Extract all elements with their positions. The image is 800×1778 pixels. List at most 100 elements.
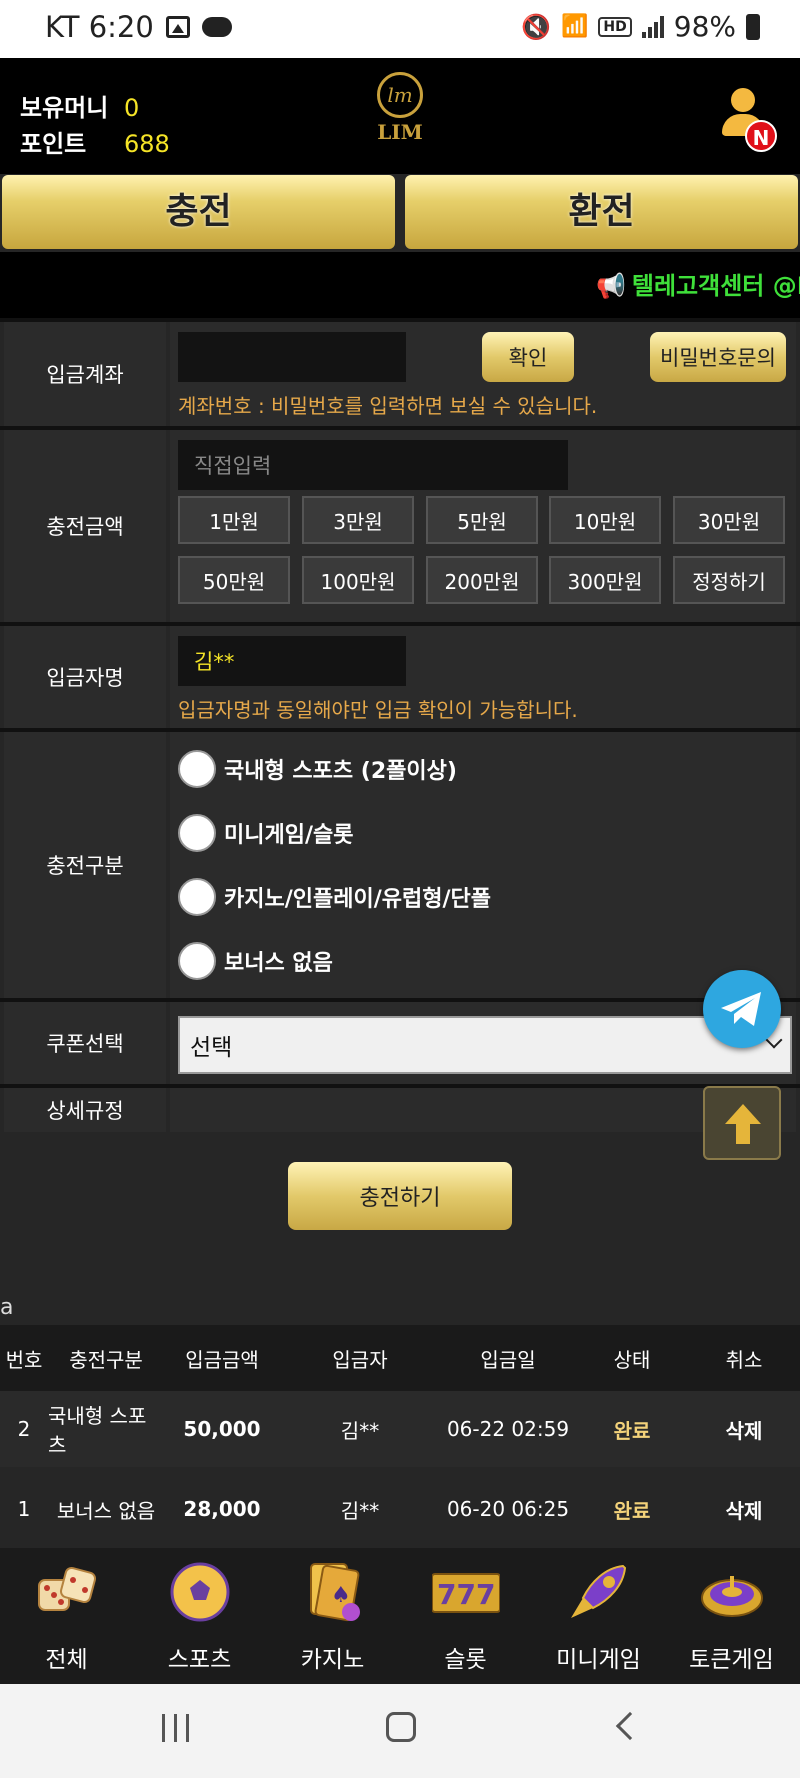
category-option-label: 국내형 스포츠 (2폴이상) [224,759,457,784]
notice-ticker: 📢 텔레고객센터 @L [0,252,800,318]
amount-button-200[interactable]: 200만원 [426,556,538,604]
coupon-select[interactable]: 선택 [178,1016,792,1074]
amount-button-1[interactable]: 1만원 [178,496,290,544]
row-status: 완료 [613,1498,651,1523]
table-row: 1 보너스 없음 28,000 김** 06-20 06:25 완료 삭제 [0,1471,800,1547]
soccer-ball-icon [170,1562,230,1622]
row-depositor: 김** [340,1418,380,1443]
cards-icon: ♠ [310,1563,360,1622]
row-depositor: 김** [340,1498,380,1523]
coupon-selected-value: 선택 [190,1035,233,1061]
radio-button[interactable] [178,942,216,980]
row-date: 06-22 02:59 [446,1417,570,1441]
chat-notification-icon [201,17,232,37]
logo-text: LIM [377,120,423,144]
row-delete-button[interactable]: 삭제 [688,1391,800,1467]
form-row-depositor: 입금자명 김** 입금자명과 동일해야만 입금 확인이 가능합니다. [0,622,800,728]
scroll-to-top-button[interactable] [703,1086,781,1160]
row-category: 보너스 없음 [56,1498,156,1523]
form-row-rules: 상세규정 [0,1084,800,1132]
amount-button-50[interactable]: 50만원 [178,556,290,604]
row-number: 2 [17,1417,31,1441]
megaphone-icon: 📢 [596,272,626,300]
category-option-label: 보너스 없음 [224,951,333,976]
battery-percent: 98% [673,10,736,43]
points-value: 688 [124,130,170,158]
category-option-sports[interactable]: 국내형 스포츠 (2폴이상) [178,750,457,788]
account-field[interactable] [178,332,406,382]
stray-text: a [0,1295,14,1320]
logo-emblem-icon: lm [377,72,423,118]
rules-label: 상세규정 [4,1088,166,1132]
amount-button-5[interactable]: 5만원 [426,496,538,544]
nav-item-token-game[interactable]: 토큰게임 [665,1548,798,1684]
mute-icon: 🔇 [521,12,552,41]
nav-label: 카지노 [300,1647,365,1673]
table-row: 2 국내형 스포츠 50,000 김** 06-22 02:59 완료 삭제 [0,1391,800,1467]
radio-button[interactable] [178,878,216,916]
row-amount: 28,000 [183,1497,261,1521]
balance-panel: 보유머니 0 포인트 688 [20,90,170,162]
radio-button[interactable] [178,750,216,788]
column-header: 번호 [5,1347,43,1372]
roulette-icon [701,1576,763,1617]
amount-reset-button[interactable]: 정정하기 [673,556,785,604]
column-header: 입금자 [332,1347,388,1372]
exchange-button[interactable]: 환전 [405,175,798,249]
depositor-note: 입금자명과 동일해야만 입금 확인이 가능합니다. [178,698,578,722]
category-option-minigame[interactable]: 미니게임/슬롯 [178,814,353,852]
system-nav-bar [0,1684,800,1778]
carrier-time: KT 6:20 [45,10,154,44]
nav-item-slot[interactable]: 777 슬롯 [399,1548,532,1684]
form-row-amount: 충전금액 직접입력 1만원 3만원 5만원 10만원 30만원 50만원 100… [0,426,800,622]
category-option-casino[interactable]: 카지노/인플레이/유럽형/단폴 [178,878,491,916]
category-option-label: 카지노/인플레이/유럽형/단폴 [224,887,491,912]
svg-text:777: 777 [437,1578,495,1611]
site-header: 보유머니 0 포인트 688 lm LIM N [0,58,800,174]
nav-item-casino[interactable]: ♠ 카지노 [266,1548,399,1684]
table-header: 번호 충전구분 입금금액 입금자 입금일 상태 취소 [0,1325,800,1391]
site-logo[interactable]: lm LIM [350,72,450,162]
dice-icon [38,1566,97,1611]
bottom-nav: 전체 스포츠 ♠ 카지노 777 슬롯 미니게임 토큰게임 [0,1548,800,1684]
nav-item-sports[interactable]: 스포츠 [133,1548,266,1684]
nav-label: 전체 [45,1647,88,1673]
category-option-no-bonus[interactable]: 보너스 없음 [178,942,333,980]
category-label: 충전구분 [4,732,166,998]
depositor-label: 입금자명 [4,626,166,728]
user-avatar[interactable]: N [717,88,777,152]
status-bar: KT 6:20 🔇 📶 HD 98% [0,0,800,58]
telegram-button[interactable] [703,970,781,1048]
arrow-up-icon [725,1104,761,1144]
column-header: 입금일 [480,1347,536,1372]
home-icon[interactable] [386,1712,416,1742]
depositor-field[interactable]: 김** [178,636,406,686]
amount-button-30[interactable]: 30만원 [673,496,785,544]
nav-item-all[interactable]: 전체 [0,1548,133,1684]
nav-label: 미니게임 [556,1647,641,1673]
amount-button-3[interactable]: 3만원 [302,496,414,544]
points-label: 포인트 [20,130,87,158]
row-date: 06-20 06:25 [446,1497,570,1521]
charge-submit-button[interactable]: 충전하기 [288,1162,512,1230]
nav-label: 슬롯 [444,1647,487,1673]
amount-button-10[interactable]: 10만원 [549,496,661,544]
account-label: 입금계좌 [4,322,166,426]
row-delete-button[interactable]: 삭제 [688,1471,800,1547]
amount-button-100[interactable]: 100만원 [302,556,414,604]
nav-label: 스포츠 [167,1647,232,1673]
battery-icon [746,13,760,40]
row-category: 국내형 스포츠 [48,1404,147,1457]
notification-badge: N [745,120,777,152]
column-header: 상태 [613,1347,651,1372]
password-inquiry-button[interactable]: 비밀번호문의 [650,332,786,382]
charge-button[interactable]: 충전 [2,175,395,249]
recent-apps-icon[interactable] [162,1714,192,1742]
nav-item-minigame[interactable]: 미니게임 [532,1548,665,1684]
back-icon[interactable] [615,1711,645,1741]
amount-button-300[interactable]: 300만원 [549,556,661,604]
radio-button[interactable] [178,814,216,852]
form-row-category: 충전구분 국내형 스포츠 (2폴이상) 미니게임/슬롯 카지노/인플레이/유럽형… [0,728,800,998]
account-confirm-button[interactable]: 확인 [482,332,574,382]
amount-input[interactable]: 직접입력 [178,440,568,490]
